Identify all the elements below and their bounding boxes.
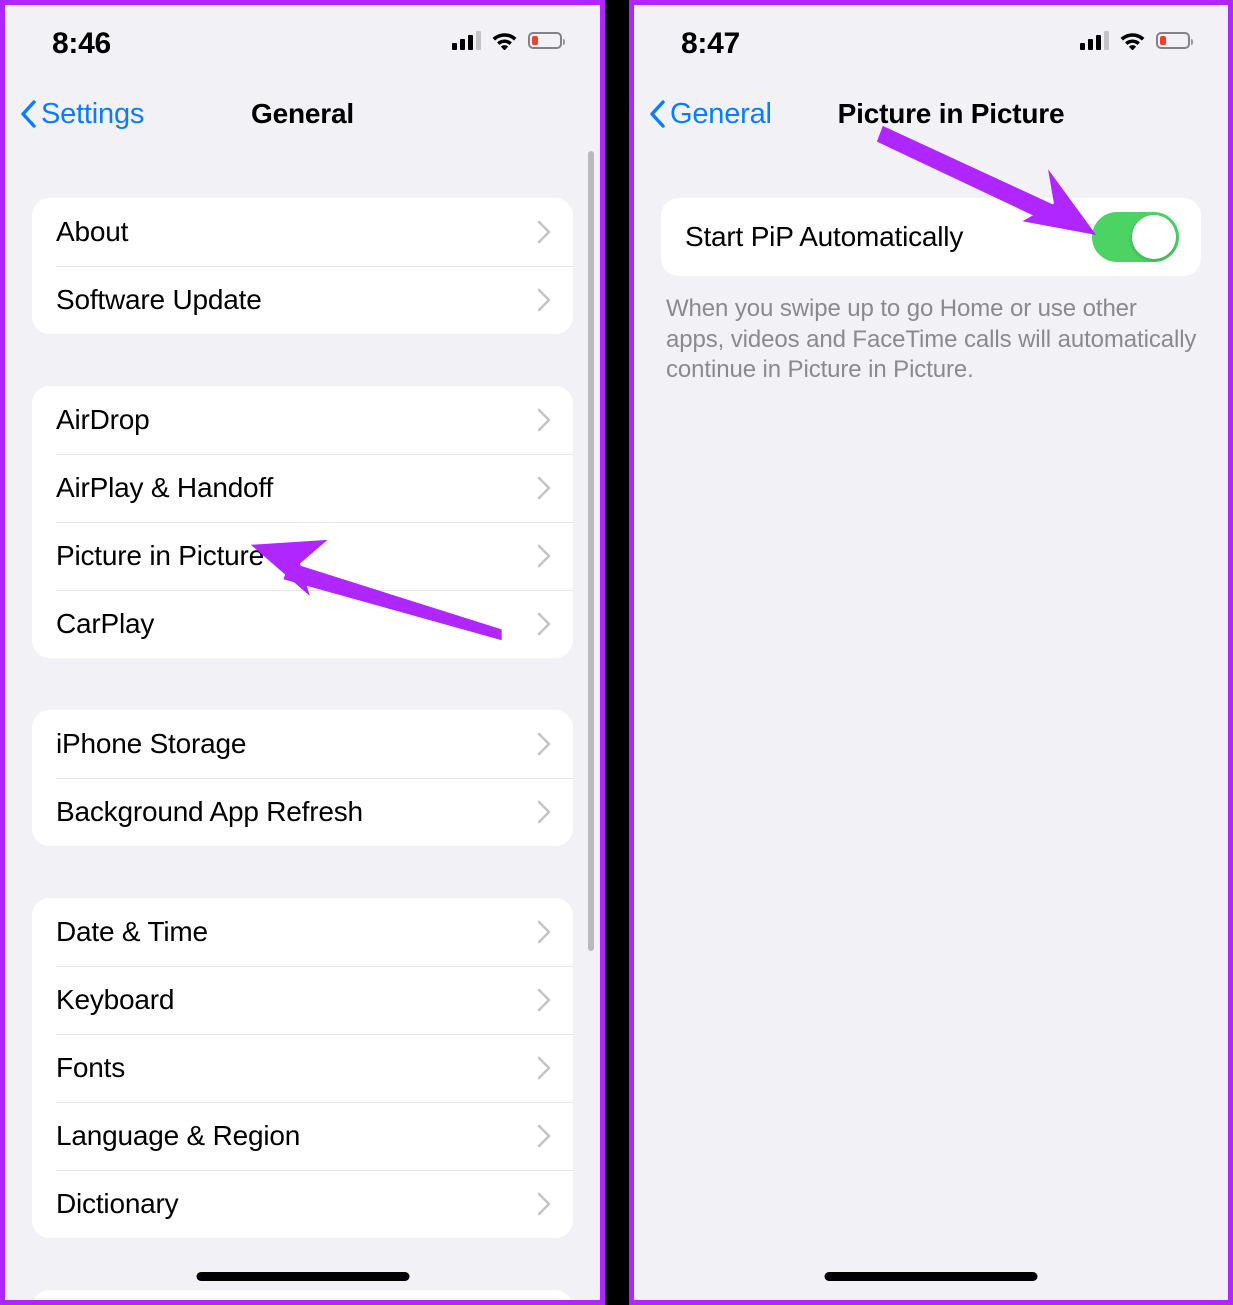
start-pip-automatically-toggle[interactable] xyxy=(1092,212,1179,262)
settings-row-dictionary[interactable]: Dictionary xyxy=(32,1170,573,1238)
cellular-signal-icon xyxy=(1080,30,1109,50)
toggle-knob xyxy=(1132,215,1176,259)
group-start-pip: Start PiP Automatically xyxy=(661,198,1201,276)
chevron-right-icon xyxy=(537,988,551,1012)
settings-row-picture-in-picture[interactable]: Picture in Picture xyxy=(32,522,573,590)
status-bar: 8:46 xyxy=(5,5,600,83)
battery-low-icon xyxy=(1156,31,1193,49)
status-indicators xyxy=(452,30,565,50)
nav-bar: General Picture in Picture xyxy=(634,83,1228,145)
settings-row-label: Dictionary xyxy=(56,1188,179,1219)
group-connectivity: AirDrop AirPlay & Handoff Picture in Pic… xyxy=(32,386,573,658)
settings-row-iphone-storage[interactable]: iPhone Storage xyxy=(32,710,573,778)
group-next-partial xyxy=(32,1290,573,1300)
chevron-right-icon xyxy=(537,288,551,312)
chevron-right-icon xyxy=(537,1192,551,1216)
settings-row-label: AirDrop xyxy=(56,404,150,435)
chevron-right-icon xyxy=(537,408,551,432)
settings-row-background-app-refresh[interactable]: Background App Refresh xyxy=(32,778,573,846)
chevron-right-icon xyxy=(537,612,551,636)
chevron-right-icon xyxy=(537,220,551,244)
status-time: 8:47 xyxy=(681,27,740,60)
back-button-label: General xyxy=(670,97,772,130)
status-indicators xyxy=(1080,30,1193,50)
group-storage: iPhone Storage Background App Refresh xyxy=(32,710,573,846)
settings-row-software-update[interactable]: Software Update xyxy=(32,266,573,334)
settings-row-label: Background App Refresh xyxy=(56,796,363,827)
chevron-left-icon xyxy=(650,100,665,128)
settings-row-carplay[interactable]: CarPlay xyxy=(32,590,573,658)
settings-row-start-pip-automatically: Start PiP Automatically xyxy=(661,198,1201,276)
settings-row-label: Date & Time xyxy=(56,916,208,947)
wifi-icon xyxy=(1120,33,1145,50)
settings-row-label: iPhone Storage xyxy=(56,728,247,759)
group-localization: Date & Time Keyboard Fonts Language & Re… xyxy=(32,898,573,1238)
status-bar: 8:47 xyxy=(634,5,1228,83)
settings-row-fonts[interactable]: Fonts xyxy=(32,1034,573,1102)
settings-row-label: Fonts xyxy=(56,1052,126,1083)
settings-row-label: Keyboard xyxy=(56,984,175,1015)
settings-row-about[interactable]: About xyxy=(32,198,573,266)
chevron-right-icon xyxy=(537,732,551,756)
left-screen: 8:46 Settings General About Software Upd… xyxy=(5,5,600,1300)
settings-row-keyboard[interactable]: Keyboard xyxy=(32,966,573,1034)
back-button-general[interactable]: General xyxy=(649,83,772,145)
settings-row-label: AirPlay & Handoff xyxy=(56,472,274,503)
settings-row-label: Language & Region xyxy=(56,1120,301,1151)
phone-screenshot-picture-in-picture: 8:47 General Picture in Picture Start Pi… xyxy=(629,0,1233,1305)
chevron-right-icon xyxy=(537,800,551,824)
settings-row-label: Software Update xyxy=(56,284,262,315)
chevron-right-icon xyxy=(537,476,551,500)
status-time: 8:46 xyxy=(52,27,111,60)
settings-footnote: When you swipe up to go Home or use othe… xyxy=(666,295,1197,384)
vertical-scrollbar[interactable] xyxy=(588,151,594,951)
home-indicator[interactable] xyxy=(196,1272,409,1281)
phone-screenshot-general-settings: 8:46 Settings General About Software Upd… xyxy=(0,0,605,1305)
settings-row-label: Start PiP Automatically xyxy=(685,221,964,252)
home-indicator[interactable] xyxy=(824,1272,1038,1281)
settings-row-label: CarPlay xyxy=(56,608,155,639)
back-button-settings[interactable]: Settings xyxy=(20,83,144,145)
back-button-label: Settings xyxy=(41,97,145,130)
nav-bar: Settings General xyxy=(5,83,600,145)
pip-settings-list: Start PiP Automatically When you swipe u… xyxy=(634,145,1228,1300)
settings-row-date-time[interactable]: Date & Time xyxy=(32,898,573,966)
settings-list: About Software Update AirDrop AirPlay & … xyxy=(5,145,600,1300)
chevron-right-icon xyxy=(537,1124,551,1148)
settings-row-airplay-handoff[interactable]: AirPlay & Handoff xyxy=(32,454,573,522)
chevron-left-icon xyxy=(21,100,36,128)
cellular-signal-icon xyxy=(452,30,481,50)
chevron-right-icon xyxy=(537,544,551,568)
settings-row-language-region[interactable]: Language & Region xyxy=(32,1102,573,1170)
chevron-right-icon xyxy=(537,920,551,944)
settings-row-label: About xyxy=(56,216,129,247)
screenshot-stage: 8:46 Settings General About Software Upd… xyxy=(0,0,1233,1305)
group-about: About Software Update xyxy=(32,198,573,334)
right-screen: 8:47 General Picture in Picture Start Pi… xyxy=(634,5,1228,1300)
settings-row-label: Picture in Picture xyxy=(56,540,265,571)
settings-row-airdrop[interactable]: AirDrop xyxy=(32,386,573,454)
battery-low-icon xyxy=(528,31,565,49)
chevron-right-icon xyxy=(537,1056,551,1080)
wifi-icon xyxy=(492,33,517,50)
